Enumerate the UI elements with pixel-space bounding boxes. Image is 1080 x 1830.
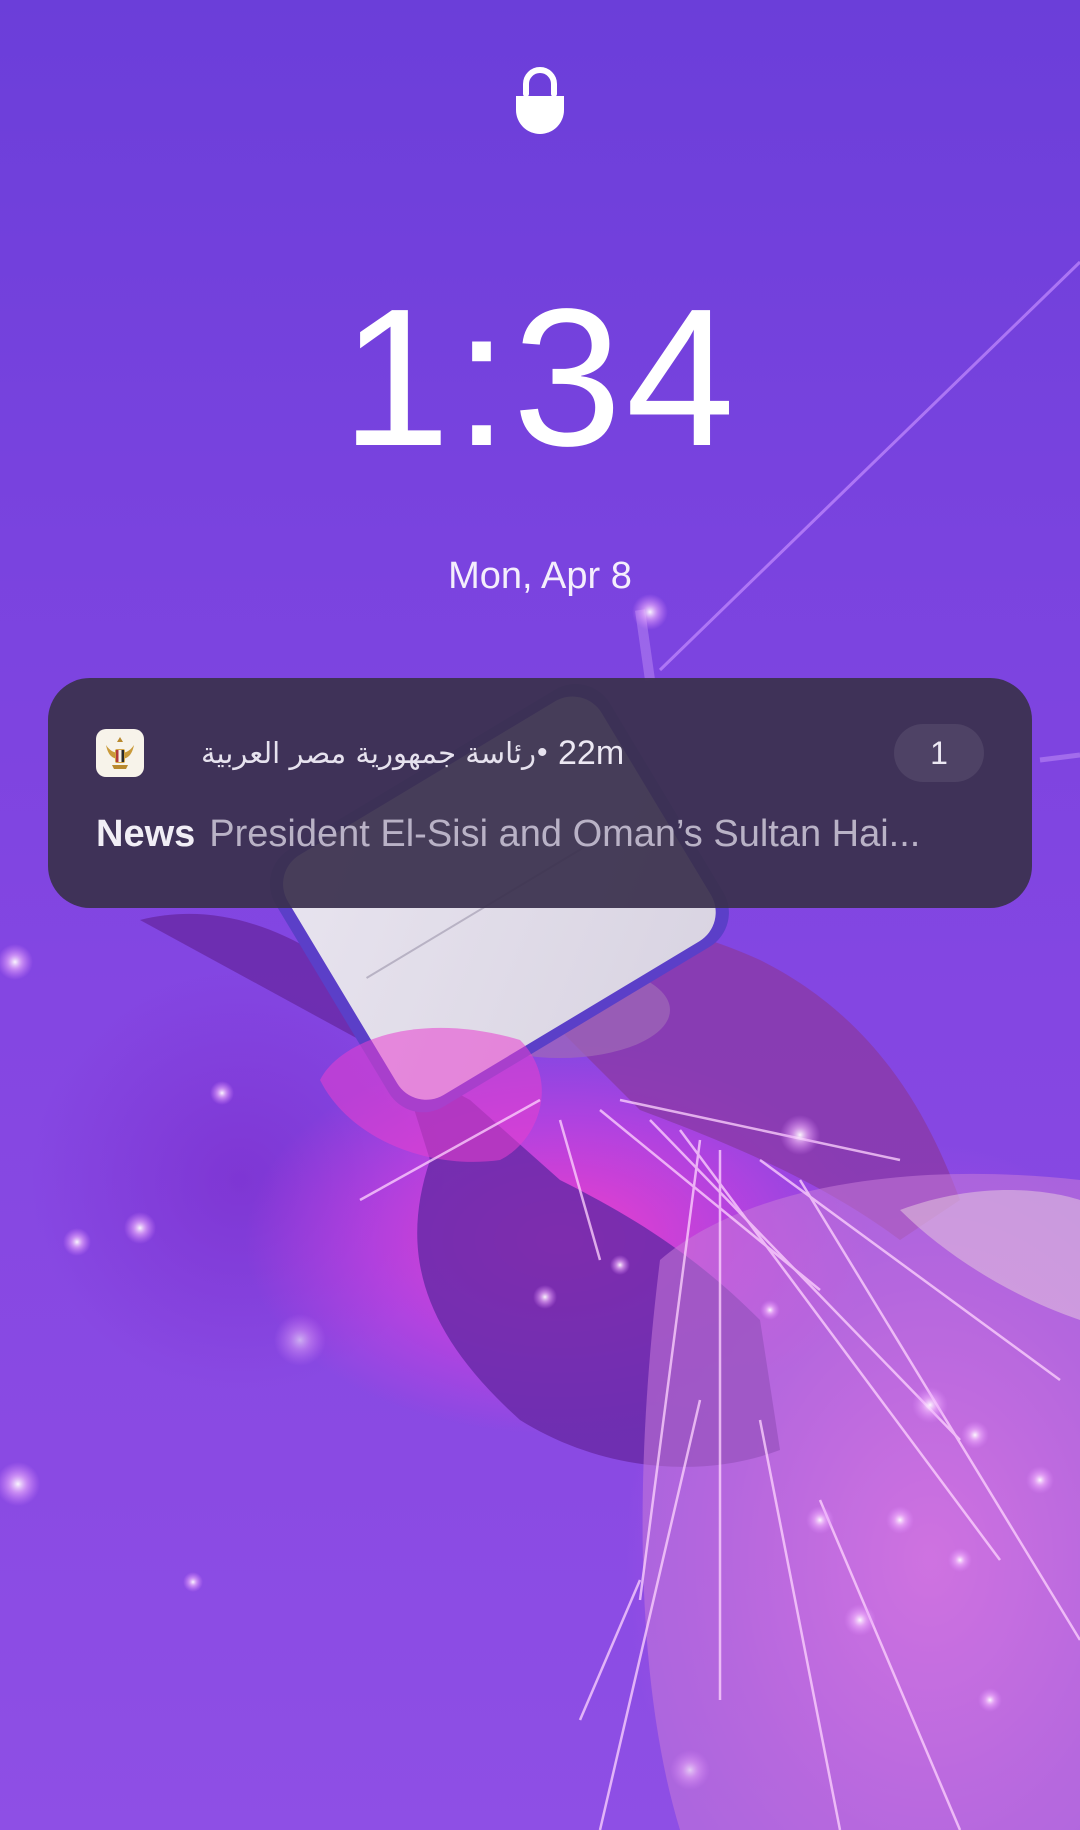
lock-icon [516, 67, 564, 134]
notification-title: News [96, 813, 196, 855]
notification-separator: • [537, 736, 548, 769]
clock-time: 1:34 [341, 268, 739, 487]
egypt-eagle-icon [96, 729, 144, 777]
notification-card[interactable]: رئاسة جمهورية مصر العربية • 22m 1 News Pr… [48, 678, 1032, 908]
notification-text: President El-Sisi and Oman’s Sultan Hai.… [209, 813, 921, 855]
notification-body: News President El-Sisi and Oman’s Sultan … [96, 808, 996, 860]
clock-date: Mon, Apr 8 [448, 555, 632, 597]
notification-app-name: رئاسة جمهورية مصر العربية [200, 736, 536, 770]
notification-count-badge[interactable]: 1 [894, 724, 984, 782]
notification-time: 22m [558, 734, 625, 772]
lock-screen: 1:34 Mon, Apr 8 رئاسة جمهورية مصر العربي… [0, 0, 1080, 1830]
